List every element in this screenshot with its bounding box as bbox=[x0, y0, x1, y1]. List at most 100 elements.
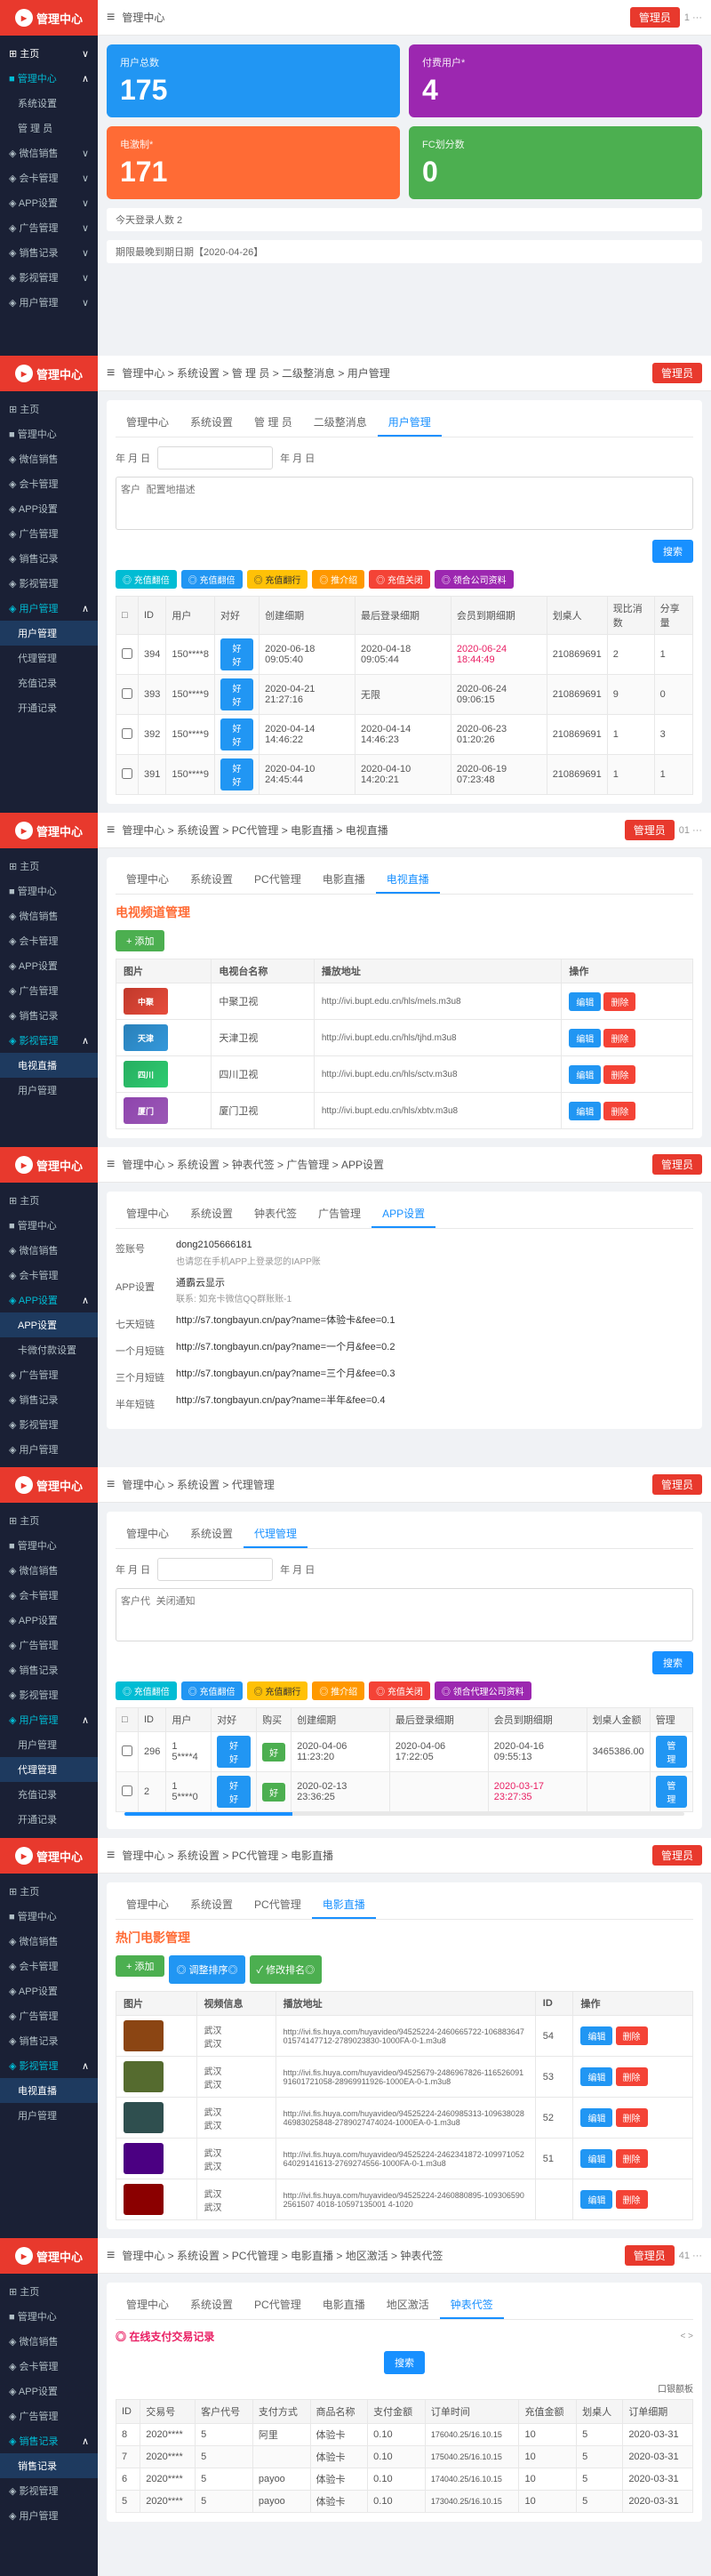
tab-system-settings-7[interactable]: 系统设置 bbox=[180, 2291, 244, 2319]
s6-admin-center[interactable]: ■ 管理中心 bbox=[0, 1904, 98, 1929]
agent-buy-btn[interactable]: 好 bbox=[262, 1783, 285, 1802]
s7-admin-center[interactable]: ■ 管理中心 bbox=[0, 2304, 98, 2329]
admin-btn-2[interactable]: 管理员 bbox=[652, 363, 702, 383]
s4-film[interactable]: ◈ 影视管理 bbox=[0, 1412, 98, 1437]
tab-film-live-6[interactable]: 电影直播 bbox=[312, 1891, 376, 1919]
tab-admin-center-3[interactable]: 管理中心 bbox=[116, 866, 180, 894]
tab-app-settings-4[interactable]: APP设置 bbox=[371, 1200, 435, 1228]
s4-home[interactable]: ⊞ 主页 bbox=[0, 1188, 98, 1213]
s4-app[interactable]: ◈ APP设置∧ bbox=[0, 1288, 98, 1312]
tab-clock-sign-7[interactable]: 钟表代签 bbox=[440, 2291, 504, 2319]
admin-btn-4[interactable]: 管理员 bbox=[652, 1154, 702, 1175]
sidebar2-home[interactable]: ⊞ 主页 bbox=[0, 397, 98, 421]
s5-wechat[interactable]: ◈ 微信销售 bbox=[0, 1558, 98, 1583]
movie-delete-btn[interactable]: 删除 bbox=[616, 2149, 648, 2168]
movie-delete-btn[interactable]: 删除 bbox=[616, 2108, 648, 2127]
sidebar2-ad[interactable]: ◈ 广告管理 bbox=[0, 521, 98, 546]
movie-edit-btn[interactable]: 编辑 bbox=[580, 2067, 612, 2086]
sidebar-item-wechat-sales[interactable]: ◈ 微信销售∨ bbox=[0, 140, 98, 165]
agent-search-textarea[interactable] bbox=[116, 1588, 693, 1641]
tab-manager-2[interactable]: 管 理 员 bbox=[244, 409, 303, 437]
menu-toggle-5[interactable]: ≡ bbox=[107, 1477, 115, 1493]
movies-rank-btn[interactable]: ✓ 修改排名◎ bbox=[250, 1955, 323, 1984]
tab-ad-mgmt-4[interactable]: 广告管理 bbox=[308, 1200, 371, 1228]
tab-agent-mgmt-5[interactable]: 代理管理 bbox=[244, 1521, 308, 1548]
sidebar-item-home[interactable]: ⊞ 主页∨ bbox=[0, 41, 98, 66]
channel-delete-btn[interactable]: 删除 bbox=[603, 1102, 635, 1120]
tab-system-settings-6[interactable]: 系统设置 bbox=[180, 1891, 244, 1919]
channel-delete-btn[interactable]: 删除 bbox=[603, 1065, 635, 1084]
tab-clock-sign-4[interactable]: 钟表代签 bbox=[244, 1200, 308, 1228]
movie-delete-btn[interactable]: 删除 bbox=[616, 2067, 648, 2086]
s4-admin-center[interactable]: ■ 管理中心 bbox=[0, 1213, 98, 1238]
s3-sales[interactable]: ◈ 销售记录 bbox=[0, 1003, 98, 1028]
s5-home[interactable]: ⊞ 主页 bbox=[0, 1508, 98, 1533]
s4-app-settings[interactable]: APP设置 bbox=[0, 1312, 98, 1337]
s6-film-live[interactable]: 电视直播 bbox=[0, 2078, 98, 2103]
sidebar2-app[interactable]: ◈ APP设置 bbox=[0, 496, 98, 521]
tab-system-settings-2[interactable]: 系统设置 bbox=[180, 409, 244, 437]
user-search-btn[interactable]: 搜索 bbox=[652, 540, 693, 563]
admin-btn-5[interactable]: 管理员 bbox=[652, 1474, 702, 1495]
menu-toggle-4[interactable]: ≡ bbox=[107, 1157, 115, 1173]
date-from-input-5[interactable] bbox=[157, 1558, 273, 1581]
agent-status-btn[interactable]: 好 好 bbox=[217, 1776, 251, 1808]
s4-wechat[interactable]: ◈ 微信销售 bbox=[0, 1238, 98, 1263]
movies-add-btn[interactable]: + 添加 bbox=[116, 1955, 164, 1977]
s5-open-record[interactable]: 开通记录 bbox=[0, 1807, 98, 1832]
s5-agent[interactable]: 代理管理 bbox=[0, 1757, 98, 1782]
menu-toggle-3[interactable]: ≡ bbox=[107, 823, 115, 839]
agent-btn-recharge-double-2[interactable]: ◎ 充值翻倍 bbox=[181, 1681, 243, 1700]
tab-pc-agent-6[interactable]: PC代管理 bbox=[244, 1891, 312, 1919]
s5-app[interactable]: ◈ APP设置 bbox=[0, 1608, 98, 1633]
s3-card[interactable]: ◈ 会卡管理 bbox=[0, 928, 98, 953]
sidebar-item-admin-center[interactable]: ■ 管理中心∧ bbox=[0, 66, 98, 91]
row-checkbox[interactable] bbox=[122, 688, 132, 699]
agent-btn-company-data[interactable]: ◎ 领合代理公司资料 bbox=[435, 1681, 531, 1700]
s5-sales[interactable]: ◈ 销售记录 bbox=[0, 1657, 98, 1682]
s3-tv-live[interactable]: 电视直播 bbox=[0, 1053, 98, 1078]
sidebar2-open-record[interactable]: 开通记录 bbox=[0, 695, 98, 720]
channel-edit-btn[interactable]: 编辑 bbox=[569, 992, 601, 1011]
tab-system-settings-4[interactable]: 系统设置 bbox=[180, 1200, 244, 1228]
s7-wechat[interactable]: ◈ 微信销售 bbox=[0, 2329, 98, 2354]
s4-ad[interactable]: ◈ 广告管理 bbox=[0, 1362, 98, 1387]
tab-admin-center-6[interactable]: 管理中心 bbox=[116, 1891, 180, 1919]
sidebar2-recharge[interactable]: 充值记录 bbox=[0, 670, 98, 695]
s4-sales[interactable]: ◈ 销售记录 bbox=[0, 1387, 98, 1412]
row-checkbox[interactable] bbox=[122, 768, 132, 779]
payment-search-btn[interactable]: 搜索 bbox=[384, 2351, 425, 2374]
sidebar-item-sales-record[interactable]: ◈ 销售记录∨ bbox=[0, 240, 98, 265]
s3-ad[interactable]: ◈ 广告管理 bbox=[0, 978, 98, 1003]
s6-app[interactable]: ◈ APP设置 bbox=[0, 1978, 98, 2003]
tab-region-activate-7[interactable]: 地区激活 bbox=[376, 2291, 440, 2319]
agent-manage-btn[interactable]: 管理 bbox=[656, 1736, 687, 1768]
btn-recharge-close[interactable]: ◎ 充值关闭 bbox=[369, 570, 430, 589]
tab-second-level-2[interactable]: 二级整消息 bbox=[303, 409, 378, 437]
s6-film-mgmt[interactable]: ◈ 影视管理∧ bbox=[0, 2053, 98, 2078]
tab-pc-agent-3[interactable]: PC代管理 bbox=[244, 866, 312, 894]
s5-user-mgmt[interactable]: ◈ 用户管理∧ bbox=[0, 1707, 98, 1732]
s6-home[interactable]: ⊞ 主页 bbox=[0, 1879, 98, 1904]
channel-delete-btn[interactable]: 删除 bbox=[603, 992, 635, 1011]
sidebar2-film[interactable]: ◈ 影视管理 bbox=[0, 571, 98, 596]
movie-edit-btn[interactable]: 编辑 bbox=[580, 2026, 612, 2045]
s3-app[interactable]: ◈ APP设置 bbox=[0, 953, 98, 978]
agent-btn-introduce[interactable]: ◎ 推介绍 bbox=[312, 1681, 364, 1700]
s7-ad[interactable]: ◈ 广告管理 bbox=[0, 2403, 98, 2428]
channel-edit-btn[interactable]: 编辑 bbox=[569, 1065, 601, 1084]
row-checkbox[interactable] bbox=[122, 648, 132, 659]
channel-edit-btn[interactable]: 编辑 bbox=[569, 1102, 601, 1120]
s3-home[interactable]: ⊞ 主页 bbox=[0, 854, 98, 879]
menu-toggle-7[interactable]: ≡ bbox=[107, 2248, 115, 2264]
s3-wechat[interactable]: ◈ 微信销售 bbox=[0, 903, 98, 928]
agent-btn-recharge-double-1[interactable]: ◎ 充值翻倍 bbox=[116, 1681, 177, 1700]
s5-recharge[interactable]: 充值记录 bbox=[0, 1782, 98, 1807]
sidebar-item-manager[interactable]: 管 理 员 bbox=[0, 116, 98, 140]
agent-buy-btn[interactable]: 好 bbox=[262, 1743, 285, 1761]
s5-card[interactable]: ◈ 会卡管理 bbox=[0, 1583, 98, 1608]
tab-tv-live-3[interactable]: 电视直播 bbox=[376, 866, 440, 894]
row-checkbox-a1[interactable] bbox=[122, 1745, 132, 1756]
agent-btn-recharge-row[interactable]: ◎ 充值翻行 bbox=[247, 1681, 308, 1700]
s4-card-pay-settings[interactable]: 卡微付款设置 bbox=[0, 1337, 98, 1362]
